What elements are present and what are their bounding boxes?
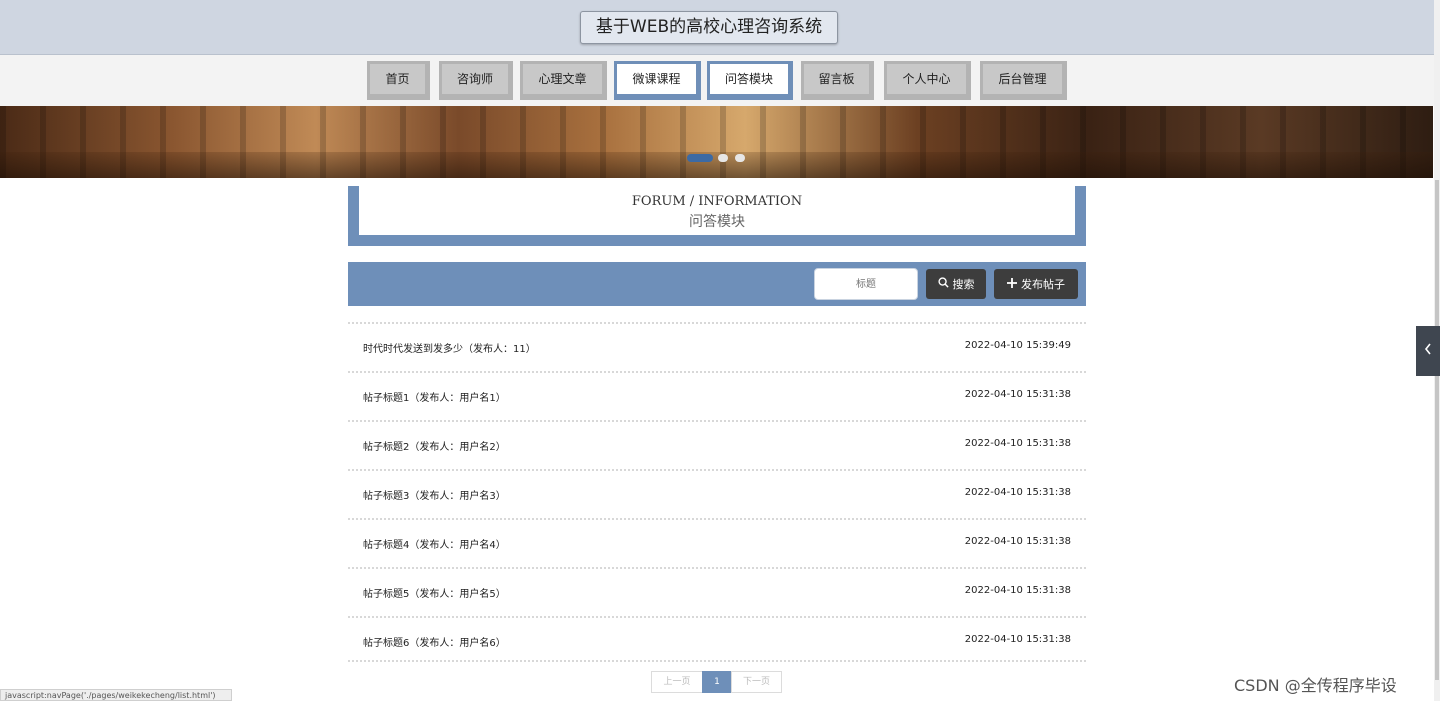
post-title[interactable]: 帖子标题2（发布人：用户名2） — [363, 438, 506, 453]
post-time: 2022-04-10 15:31:38 — [964, 438, 1071, 449]
section-title-cn: 问答模块 — [689, 214, 745, 230]
list-item[interactable]: 帖子标题5（发布人：用户名5） 2022-04-10 15:31:38 — [348, 567, 1086, 618]
post-time: 2022-04-10 15:39:49 — [964, 340, 1071, 351]
chevron-left-icon — [1424, 343, 1432, 359]
search-bar: 搜索 发布帖子 — [348, 262, 1086, 306]
post-title[interactable]: 帖子标题1（发布人：用户名1） — [363, 389, 506, 404]
post-time: 2022-04-10 15:31:38 — [964, 634, 1071, 645]
nav-item-home[interactable]: 首页 — [367, 61, 430, 100]
search-icon — [937, 269, 949, 299]
section-title-en: FORUM / INFORMATION — [631, 194, 803, 209]
nav-item-profile[interactable]: 个人中心 — [884, 61, 971, 100]
plus-icon — [1007, 269, 1017, 299]
list-divider — [348, 660, 1086, 662]
search-button-label: 搜索 — [952, 278, 975, 291]
nav-item-articles[interactable]: 心理文章 — [520, 61, 607, 100]
search-button[interactable]: 搜索 — [926, 269, 986, 299]
section-header-box: FORUM / INFORMATION 问答模块 — [359, 186, 1075, 235]
post-title[interactable]: 帖子标题5（发布人：用户名5） — [363, 585, 506, 600]
carousel-dot-2[interactable] — [718, 154, 728, 162]
post-time: 2022-04-10 15:31:38 — [964, 487, 1071, 498]
list-item[interactable]: 帖子标题1（发布人：用户名1） 2022-04-10 15:31:38 — [348, 371, 1086, 422]
banner-floor — [0, 152, 1433, 178]
list-item[interactable]: 帖子标题2（发布人：用户名2） 2022-04-10 15:31:38 — [348, 420, 1086, 471]
post-title[interactable]: 帖子标题4（发布人：用户名4） — [363, 536, 506, 551]
carousel-dot-3[interactable] — [735, 154, 745, 162]
next-page-button[interactable]: 下一页 — [731, 671, 782, 693]
side-panel-toggle[interactable] — [1416, 326, 1440, 376]
list-item[interactable]: 帖子标题4（发布人：用户名4） 2022-04-10 15:31:38 — [348, 518, 1086, 569]
new-post-button[interactable]: 发布帖子 — [994, 269, 1078, 299]
post-title[interactable]: 时代时代发送到发多少（发布人：11） — [363, 340, 536, 355]
post-title[interactable]: 帖子标题6（发布人：用户名6） — [363, 634, 506, 649]
section-header: FORUM / INFORMATION 问答模块 — [348, 186, 1086, 246]
prev-page-button[interactable]: 上一页 — [651, 671, 703, 693]
nav-item-qa[interactable]: 问答模块 — [707, 61, 793, 100]
search-input[interactable] — [814, 268, 918, 300]
main-nav: 首页 咨询师 心理文章 微课课程 问答模块 留言板 个人中心 后台管理 — [0, 55, 1436, 106]
top-header: 基于WEB的高校心理咨询系统 — [0, 0, 1436, 55]
nav-item-message-board[interactable]: 留言板 — [801, 61, 874, 100]
list-item[interactable]: 时代时代发送到发多少（发布人：11） 2022-04-10 15:39:49 — [348, 322, 1086, 373]
watermark: CSDN @全传程序毕设 — [1234, 676, 1397, 695]
page-button-current[interactable]: 1 — [702, 671, 732, 693]
status-bar-url: javascript:navPage('./pages/weikekecheng… — [0, 689, 232, 701]
post-time: 2022-04-10 15:31:38 — [964, 536, 1071, 547]
post-title[interactable]: 帖子标题3（发布人：用户名3） — [363, 487, 506, 502]
new-post-button-label: 发布帖子 — [1021, 278, 1065, 291]
list-item[interactable]: 帖子标题3（发布人：用户名3） 2022-04-10 15:31:38 — [348, 469, 1086, 520]
nav-item-counselors[interactable]: 咨询师 — [439, 61, 513, 100]
scrollbar-thumb[interactable] — [1435, 180, 1439, 680]
site-title: 基于WEB的高校心理咨询系统 — [580, 11, 838, 44]
nav-item-admin[interactable]: 后台管理 — [980, 61, 1067, 100]
nav-item-courses[interactable]: 微课课程 — [614, 61, 701, 100]
post-time: 2022-04-10 15:31:38 — [964, 389, 1071, 400]
banner-carousel[interactable] — [0, 106, 1433, 178]
post-time: 2022-04-10 15:31:38 — [964, 585, 1071, 596]
carousel-dot-1[interactable] — [687, 154, 713, 162]
